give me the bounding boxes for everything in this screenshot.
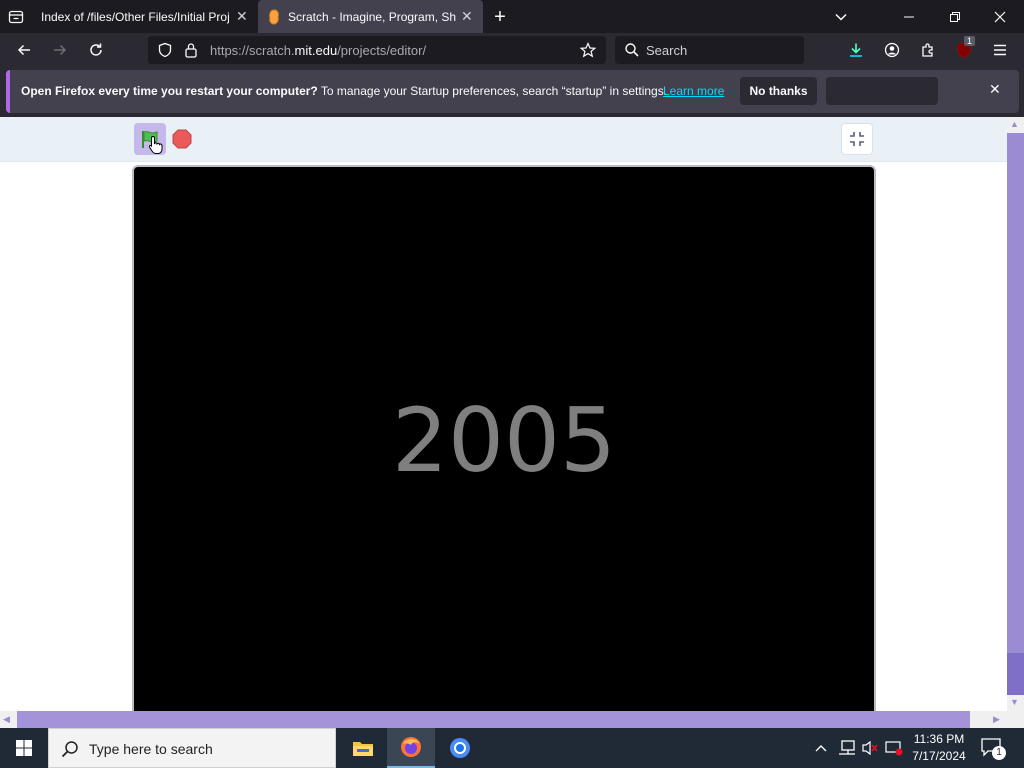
scratch-page: 2005 [0,117,1007,711]
minimize-icon [903,11,915,23]
learn-more-link[interactable]: Learn more [663,84,724,98]
scratch-favicon-icon [268,9,280,25]
network-icon[interactable] [838,740,856,756]
set-startup-button[interactable] [826,77,938,105]
minimize-button[interactable] [895,0,923,34]
url-bar[interactable]: https://scratch.mit.edu/projects/editor/ [148,36,606,64]
hand-cursor-icon [148,135,164,155]
url-text[interactable]: https://scratch.mit.edu/projects/editor/ [210,43,426,58]
reload-button[interactable] [82,33,110,67]
vertical-scroll-thumb[interactable] [1007,653,1024,695]
windows-logo-icon [16,740,32,756]
no-thanks-button[interactable]: No thanks [740,77,817,105]
reload-icon [88,42,104,58]
account-icon [884,42,900,58]
chevron-down-icon [834,10,848,24]
scroll-up-icon[interactable]: ▲ [1010,119,1019,129]
navigation-toolbar: https://scratch.mit.edu/projects/editor/… [0,33,1024,67]
notification-body-text: To manage your Startup preferences, sear… [317,84,668,98]
horizontal-scrollbar[interactable]: ◀ ▶ [0,711,1024,728]
taskbar-search-box[interactable]: Type here to search [48,728,336,768]
start-button[interactable] [0,728,48,768]
tab-index-files[interactable]: Index of /files/Other Files/Initial Proj… [0,0,258,33]
url-host: mit.edu [294,43,338,58]
url-prefix: https://scratch. [210,43,295,58]
stop-button[interactable] [172,129,192,149]
scroll-right-icon[interactable]: ▶ [993,714,1000,725]
forward-button[interactable] [46,33,74,67]
extension-badge: 1 [964,36,976,46]
file-explorer-taskbar-button[interactable] [339,728,387,768]
green-flag-button[interactable] [134,123,166,155]
tab-title: Index of /files/Other Files/Initial Proj [41,9,230,24]
restore-button[interactable] [941,0,969,34]
exit-fullscreen-icon [849,131,865,147]
tracking-protection-shield-icon[interactable] [157,42,173,58]
puzzle-icon [920,42,936,58]
lock-icon[interactable] [184,42,198,58]
app-menu-button[interactable] [986,33,1014,67]
restore-icon [949,11,961,23]
horizontal-scroll-thumb[interactable] [17,711,970,728]
arrow-right-icon [52,42,68,58]
chromium-icon [449,737,471,759]
back-button[interactable] [10,33,38,67]
ublock-extension-button[interactable]: 1 [950,33,978,67]
close-window-button[interactable] [986,0,1014,34]
stop-octagon-icon [172,129,192,149]
stage-header [0,117,1007,162]
tab-scratch-editor[interactable]: Scratch - Imagine, Program, Sha ✕ [258,0,483,33]
tab-strip: Index of /files/Other Files/Initial Proj… [0,0,1024,33]
search-icon [61,740,79,758]
notification-count-badge: 1 [992,746,1006,760]
windows-taskbar: Type here to search 11:36 PM 7/17/2024 1 [0,728,1024,768]
list-tabs-button[interactable] [827,0,855,34]
notification-bold-text: Open Firefox every time you restart your… [21,84,318,98]
download-icon [848,42,864,58]
stage-text: 2005 [392,389,616,492]
tab-close-icon[interactable]: ✕ [461,8,473,25]
search-bar[interactable]: Search [615,36,804,64]
chevron-up-icon[interactable] [814,741,828,755]
scratch-stage[interactable]: 2005 [132,165,876,711]
scroll-down-icon[interactable]: ▼ [1010,697,1019,707]
close-icon [994,11,1006,23]
taskbar-search-placeholder: Type here to search [89,741,213,757]
exit-fullscreen-button[interactable] [841,123,873,155]
vertical-scroll-track[interactable] [1007,133,1024,653]
extensions-button[interactable] [914,33,942,67]
tab-close-icon[interactable]: ✕ [236,8,248,25]
plus-icon: + [494,6,506,28]
volume-muted-icon[interactable] [861,740,879,756]
clock-time[interactable]: 11:36 PM [900,732,978,746]
action-center-button[interactable]: 1 [980,736,1006,760]
firefox-icon [400,736,422,758]
search-placeholder: Search [646,43,688,58]
clock-date[interactable]: 7/17/2024 [900,749,978,763]
firefox-taskbar-button[interactable] [387,728,435,768]
notification-close-icon[interactable]: ✕ [989,81,1001,98]
hamburger-menu-icon [992,42,1008,58]
folder-icon [352,739,374,757]
scroll-left-icon[interactable]: ◀ [3,714,10,725]
tab-title: Scratch - Imagine, Program, Sha [288,9,456,24]
search-icon [624,42,640,58]
chromium-taskbar-button[interactable] [436,728,484,768]
notification-message: Open Firefox every time you restart your… [21,84,667,98]
arrow-left-icon [16,42,32,58]
new-tab-button[interactable]: + [486,0,514,34]
bookmark-star-icon[interactable] [580,42,596,58]
vertical-scrollbar[interactable]: ▲ ▼ [1007,117,1024,711]
account-button[interactable] [878,33,906,67]
url-path: /projects/editor/ [337,43,427,58]
downloads-button[interactable] [842,33,870,67]
